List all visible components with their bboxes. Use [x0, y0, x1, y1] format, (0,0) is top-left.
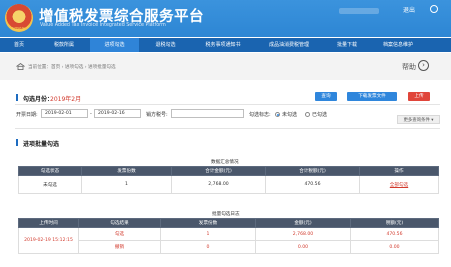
header-bar: 中国税务 增值税发票综合服务平台 Value Added Tax Invoice…	[0, 0, 451, 37]
nav-item-tax-notice[interactable]: 税务事项通知书	[192, 38, 254, 52]
nav-item-home[interactable]: 首页	[0, 38, 38, 52]
cell-tax: 470.56	[265, 175, 360, 194]
checked-option-label[interactable]: 已勾选	[312, 111, 327, 118]
cell-tax: 470.56	[350, 227, 439, 241]
summary-caption: 数据汇总情况	[211, 160, 239, 165]
home-icon	[16, 63, 25, 70]
upload-button[interactable]: 上传	[408, 92, 430, 101]
end-date-input[interactable]: 2019-02-16	[94, 109, 141, 118]
cell-tax: 0.00	[350, 240, 439, 254]
arrow-right-icon[interactable]: ›	[418, 60, 429, 71]
col-header: 税额(元)	[350, 218, 439, 228]
check-month-label: 勾选月份：	[23, 96, 54, 103]
user-info-blurred	[339, 8, 379, 14]
unchecked-option-label[interactable]: 未勾选	[282, 111, 297, 118]
main-nav: 首页 税款所属 进项勾选 退税勾选 税务事项通知书 成品油消费税管理 批量下载 …	[0, 38, 451, 52]
table-row: 未勾选 1 2,768.00 470.56 全部勾选	[18, 175, 439, 194]
power-icon[interactable]	[430, 5, 438, 13]
nav-item-oil-tax[interactable]: 成品油消费税管理	[254, 38, 324, 52]
nav-item-input-check[interactable]: 进项勾选	[90, 38, 139, 52]
upload-caption: 批量勾选日志	[212, 212, 240, 217]
platform-subtitle: Value Added Tax Invoice Integrated Servi…	[40, 23, 166, 28]
check-month-value: 2019年2月	[50, 96, 82, 103]
cell-amount: 2,768.00	[255, 227, 351, 241]
start-date-input[interactable]: 2019-02-01	[41, 109, 88, 118]
nav-item-archive[interactable]: 档案信息维护	[370, 38, 426, 52]
nav-item-tax-period[interactable]: 税款所属	[38, 38, 90, 52]
divider	[15, 128, 440, 129]
more-filters-button[interactable]: 更多查询条件 ▾	[397, 115, 440, 124]
col-header: 发票份数	[81, 166, 172, 176]
seller-tax-id-input[interactable]	[171, 109, 244, 118]
cell-count: 1	[81, 175, 172, 194]
section-marker	[16, 94, 18, 101]
col-header: 发票份数	[160, 218, 256, 228]
radio-unchecked-option[interactable]	[275, 112, 280, 117]
section-marker	[16, 139, 18, 146]
col-header: 操作	[359, 166, 439, 176]
cell-result: 撤销	[78, 240, 161, 254]
cell-count: 0	[160, 240, 256, 254]
check-status-label: 勾选标志:	[249, 112, 271, 118]
date-range-dash: -	[90, 111, 92, 117]
col-header: 上传时间	[18, 218, 79, 228]
cell-amount: 0.00	[255, 240, 351, 254]
col-header: 合计税额(元)	[265, 166, 360, 176]
col-header: 勾选结果	[78, 218, 161, 228]
seller-tax-id-label: 销方税号:	[146, 112, 168, 118]
batch-check-title: 进项批量勾选	[23, 141, 60, 148]
cell-result: 勾选	[78, 227, 161, 241]
cell-upload-time: 2019-02-19 15:12:15	[18, 227, 79, 254]
nav-item-refund-check[interactable]: 退税勾选	[139, 38, 192, 52]
col-header: 金额(元)	[255, 218, 351, 228]
emblem-caption: 中国税务	[11, 27, 25, 31]
summary-table-header: 勾选状态 发票份数 合计金额(元) 合计税额(元) 操作	[18, 166, 439, 176]
upload-table-header: 上传时间 勾选结果 发票份数 金额(元) 税额(元)	[18, 218, 439, 228]
check-all-link[interactable]: 全部勾选	[359, 175, 439, 194]
query-button[interactable]: 查询	[315, 92, 337, 101]
cell-count: 1	[160, 227, 256, 241]
breadcrumb: 当前位置：首页 › 进项勾选 › 进项批量勾选	[28, 65, 116, 70]
nav-item-batch-download[interactable]: 批量下载	[324, 38, 370, 52]
radio-checked-option[interactable]	[305, 112, 310, 117]
logout-link[interactable]: 退出	[403, 5, 415, 14]
cell-status: 未勾选	[18, 175, 82, 194]
help-link[interactable]: 帮助	[402, 62, 416, 72]
divider	[15, 104, 440, 105]
col-header: 合计金额(元)	[171, 166, 266, 176]
cell-amount: 2,768.00	[171, 175, 266, 194]
table-row: 撤销 0 0.00 0.00	[19, 240, 439, 254]
col-header: 勾选状态	[18, 166, 82, 176]
upload-log-table: 上传时间 勾选结果 发票份数 金额(元) 税额(元) 2019-02-19 15…	[18, 218, 439, 254]
download-invoice-button[interactable]: 下载发票文件	[347, 92, 397, 101]
table-row: 2019-02-19 15:12:15 勾选 1 2,768.00 470.56	[18, 227, 439, 254]
summary-table: 勾选状态 发票份数 合计金额(元) 合计税额(元) 操作 未勾选 1 2,768…	[18, 166, 439, 194]
invoice-date-label: 开票日期:	[16, 112, 38, 118]
